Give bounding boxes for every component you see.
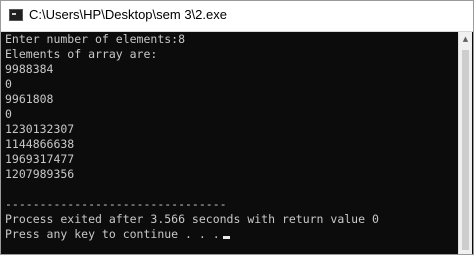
console-line-value: 1144866638 <box>5 137 75 151</box>
console-line-value: 1230132307 <box>5 122 75 136</box>
continue-prompt-text: Press any key to continue . . . <box>5 227 220 241</box>
console-output[interactable]: Enter number of elements:8 Elements of a… <box>1 32 459 254</box>
console-app-icon <box>9 9 23 21</box>
scroll-up-arrow-icon[interactable]: ▲ <box>459 32 472 46</box>
console-line-continue-prompt: Press any key to continue . . . <box>5 227 459 242</box>
console-line-value: 0 <box>5 77 12 91</box>
title-bar[interactable]: C:\Users\HP\Desktop\sem 3\2.exe <box>1 1 473 32</box>
scrollbar-thumb[interactable] <box>462 50 469 250</box>
console-window: C:\Users\HP\Desktop\sem 3\2.exe Enter nu… <box>0 0 474 255</box>
window-title: C:\Users\HP\Desktop\sem 3\2.exe <box>29 7 227 22</box>
console-line-value: 9961808 <box>5 92 54 106</box>
console-line-heading: Elements of array are: <box>5 47 158 61</box>
console-line-value: 1207989356 <box>5 167 75 181</box>
console-line-value: 0 <box>5 107 12 121</box>
vertical-scrollbar[interactable]: ▲ <box>458 32 472 254</box>
console-separator: -------------------------------- <box>5 197 227 211</box>
console-line-value: 9988384 <box>5 62 54 76</box>
console-line-exit-status: Process exited after 3.566 seconds with … <box>5 212 379 226</box>
console-line-prompt: Enter number of elements:8 <box>5 32 186 46</box>
text-cursor <box>222 236 230 239</box>
console-line-value: 1969317477 <box>5 152 75 166</box>
